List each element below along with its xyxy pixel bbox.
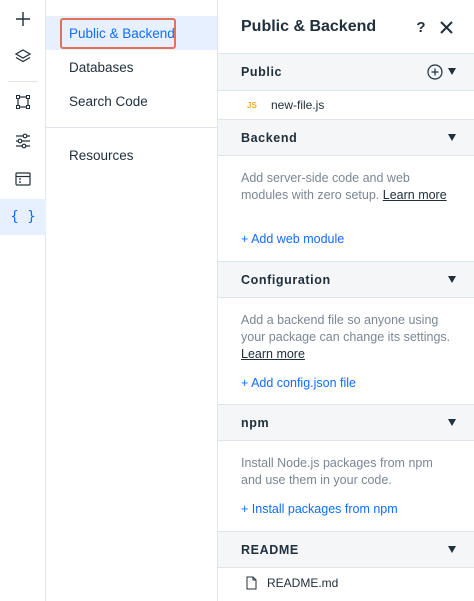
- npm-description: Install Node.js packages from npm and us…: [241, 456, 433, 487]
- add-button[interactable]: [0, 1, 46, 37]
- sliders-icon: [16, 133, 30, 149]
- install-packages-link[interactable]: + Install packages from npm: [241, 502, 398, 516]
- code-braces-icon: { }: [10, 209, 36, 225]
- layers-icon: [14, 49, 32, 63]
- crop-icon: [16, 95, 30, 109]
- section-title: README: [241, 542, 299, 557]
- nav-item-search-code[interactable]: Search Code: [46, 84, 217, 118]
- public-backend-panel: Public & Backend ? Public JS new-file.js…: [218, 0, 474, 601]
- highlight-box: [60, 18, 176, 49]
- document-icon: [246, 576, 257, 590]
- collapse-arrow-icon[interactable]: [448, 134, 456, 141]
- file-item[interactable]: JS new-file.js: [218, 92, 474, 118]
- close-icon: [439, 20, 453, 34]
- panel-header: Public & Backend ?: [218, 0, 474, 54]
- section-npm[interactable]: npm: [218, 404, 474, 441]
- learn-more-link[interactable]: Learn more: [383, 187, 447, 204]
- section-title: Configuration: [241, 272, 331, 287]
- add-config-json-link[interactable]: + Add config.json file: [241, 376, 356, 390]
- collapse-arrow-icon[interactable]: [448, 546, 456, 553]
- code-nav: Public & Backend Databases Search Code R…: [46, 0, 218, 601]
- nav-item-resources[interactable]: Resources: [46, 138, 217, 172]
- crop-button[interactable]: [0, 84, 46, 120]
- app-root: { } Public & Backend Databases Search Co…: [0, 0, 474, 601]
- code-button[interactable]: { }: [0, 199, 46, 235]
- panel-title: Public & Backend: [241, 17, 377, 35]
- nav-divider: [46, 127, 217, 128]
- section-backend[interactable]: Backend: [218, 119, 474, 156]
- collapse-arrow-icon[interactable]: [448, 68, 456, 75]
- section-title: npm: [241, 415, 270, 430]
- nav-item-label: Databases: [69, 59, 134, 75]
- description-text: Add a backend file so anyone using your …: [241, 313, 451, 344]
- settings-button[interactable]: [0, 123, 46, 159]
- backend-description: Add server-side code and web modules wit…: [241, 170, 451, 204]
- table-button[interactable]: [0, 161, 46, 197]
- section-title: Backend: [241, 130, 298, 145]
- file-name: new-file.js: [271, 98, 325, 112]
- add-icon: [16, 12, 30, 26]
- close-button[interactable]: [436, 17, 456, 37]
- nav-item-public-backend[interactable]: Public & Backend: [46, 16, 217, 50]
- learn-more-link[interactable]: Learn more: [241, 347, 305, 361]
- add-web-module-link[interactable]: + Add web module: [241, 232, 344, 246]
- collapse-arrow-icon[interactable]: [448, 276, 456, 283]
- section-readme[interactable]: README: [218, 531, 474, 568]
- file-item[interactable]: README.md: [218, 570, 474, 596]
- collapse-arrow-icon[interactable]: [448, 419, 456, 426]
- file-name: README.md: [267, 576, 339, 590]
- rail-divider: [8, 81, 38, 82]
- help-button[interactable]: ?: [414, 17, 428, 37]
- nav-item-label: Search Code: [69, 93, 148, 109]
- left-toolbar: { }: [0, 0, 46, 601]
- layers-button[interactable]: [0, 39, 46, 75]
- js-file-icon: JS: [247, 100, 257, 110]
- configuration-description: Add a backend file so anyone using your …: [241, 312, 451, 363]
- section-title: Public: [241, 65, 283, 79]
- nav-item-label: Resources: [69, 147, 134, 163]
- section-public[interactable]: Public: [218, 54, 474, 91]
- table-icon: [15, 172, 31, 186]
- section-configuration[interactable]: Configuration: [218, 261, 474, 298]
- nav-item-databases[interactable]: Databases: [46, 50, 217, 84]
- add-circle-icon[interactable]: [427, 64, 443, 80]
